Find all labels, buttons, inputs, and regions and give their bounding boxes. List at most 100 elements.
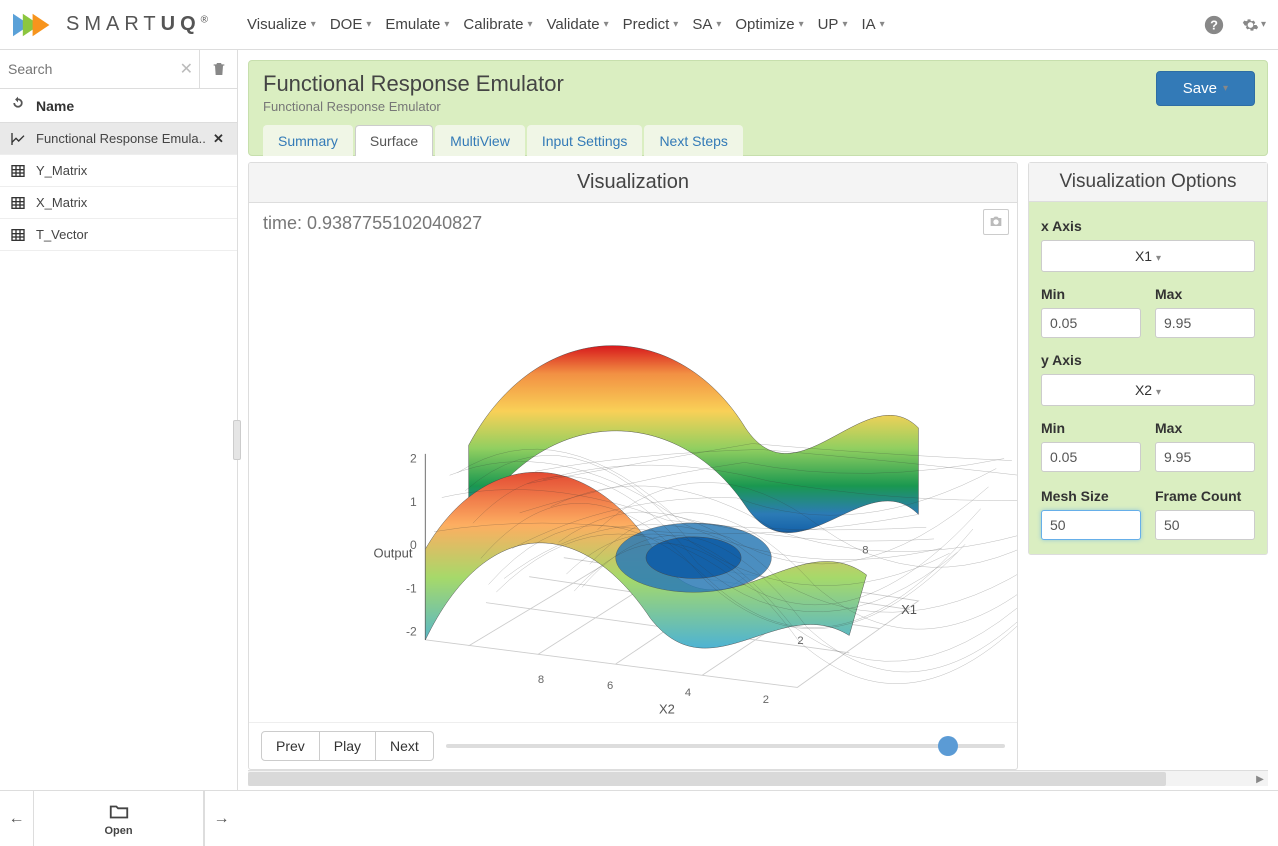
sidebar-item[interactable]: X_Matrix <box>0 187 237 219</box>
logo-text: SMARTUQ® <box>66 13 213 36</box>
svg-text:-2: -2 <box>406 625 417 639</box>
grid-icon <box>0 163 36 179</box>
help-icon[interactable]: ? <box>1202 13 1226 37</box>
menu-up[interactable]: UP▾ <box>812 10 854 39</box>
sidebar-resize-handle[interactable] <box>233 420 241 460</box>
x2-axis-label: X2 <box>659 701 675 716</box>
tab-surface[interactable]: Surface <box>355 125 433 156</box>
x1-axis-label: X1 <box>901 602 917 617</box>
slider-thumb[interactable] <box>938 736 958 756</box>
sidebar-tree: Functional Response Emula..✕ Y_Matrix X_Ma… <box>0 123 237 251</box>
nav-back-button[interactable]: ← <box>0 791 34 846</box>
x-max-label: Max <box>1155 286 1255 302</box>
svg-text:2: 2 <box>763 694 769 706</box>
search-input[interactable] <box>0 50 199 88</box>
sidebar-item[interactable]: Y_Matrix <box>0 155 237 187</box>
sidebar-item[interactable]: Functional Response Emula..✕ <box>0 123 237 155</box>
play-button[interactable]: Play <box>320 731 376 761</box>
y-min-label: Min <box>1041 420 1141 436</box>
tab-bar: SummarySurfaceMultiViewInput SettingsNex… <box>263 124 1253 155</box>
grid-icon <box>0 227 36 243</box>
frame-count-input[interactable] <box>1155 510 1255 540</box>
menu-validate[interactable]: Validate▾ <box>540 10 614 39</box>
yaxis-select[interactable]: X2 ▾ <box>1041 374 1255 406</box>
svg-text:?: ? <box>1210 17 1218 32</box>
svg-text:8: 8 <box>538 674 544 686</box>
delete-button[interactable] <box>199 50 237 88</box>
sidebar-item-label: Functional Response Emula.. <box>36 131 213 146</box>
mesh-size-input[interactable] <box>1041 510 1141 540</box>
footer: ← Open → <box>0 790 1278 846</box>
y-max-input[interactable] <box>1155 442 1255 472</box>
time-slider[interactable] <box>446 737 1005 755</box>
visualization-title: Visualization <box>249 163 1017 203</box>
menu-optimize[interactable]: Optimize▾ <box>729 10 809 39</box>
surface-plot: 210-1-2 Output X1 X2 8642 8642 <box>249 203 1017 722</box>
menu-sa[interactable]: SA▾ <box>686 10 727 39</box>
page-subtitle: Functional Response Emulator <box>263 99 1253 114</box>
nav-forward-button[interactable]: → <box>204 791 238 846</box>
refresh-icon[interactable] <box>0 96 36 115</box>
menu-visualize[interactable]: Visualize▾ <box>241 10 322 39</box>
options-panel: Visualization Options x Axis X1 ▾ Min Ma… <box>1028 162 1268 555</box>
menu-doe[interactable]: DOE▾ <box>324 10 378 39</box>
chart-icon <box>0 131 36 147</box>
sidebar: ✕ Name Functional Response Emula..✕Y_Mat… <box>0 50 238 790</box>
search-clear-icon[interactable]: ✕ <box>180 59 193 79</box>
menu-predict[interactable]: Predict▾ <box>617 10 685 39</box>
main-area: Functional Response Emulator Functional … <box>238 50 1278 790</box>
menu-emulate[interactable]: Emulate▾ <box>379 10 455 39</box>
svg-text:2: 2 <box>410 452 417 466</box>
chevron-down-icon: ▾ <box>366 19 371 30</box>
yaxis-label: y Axis <box>1041 352 1255 368</box>
x-max-input[interactable] <box>1155 308 1255 338</box>
chevron-down-icon: ▾ <box>716 19 721 30</box>
frame-count-label: Frame Count <box>1155 488 1255 504</box>
chevron-down-icon: ▾ <box>673 19 678 30</box>
close-icon[interactable]: ✕ <box>213 131 237 147</box>
svg-text:2: 2 <box>797 635 803 647</box>
svg-text:4: 4 <box>685 687 691 699</box>
svg-text:8: 8 <box>862 544 868 556</box>
save-button[interactable]: Save▾ <box>1156 71 1255 106</box>
column-name-header[interactable]: Name <box>36 98 237 114</box>
x-min-label: Min <box>1041 286 1141 302</box>
chevron-down-icon: ▾ <box>604 19 609 30</box>
sidebar-item[interactable]: T_Vector <box>0 219 237 251</box>
y-max-label: Max <box>1155 420 1255 436</box>
grid-icon <box>0 195 36 211</box>
logo-icon <box>12 11 56 39</box>
svg-text:-1: -1 <box>406 581 417 595</box>
sidebar-header: Name <box>0 89 237 123</box>
folder-icon <box>105 801 133 823</box>
topbar: SMARTUQ® Visualize▾DOE▾Emulate▾Calibrate… <box>0 0 1278 50</box>
chevron-down-icon: ▾ <box>311 19 316 30</box>
app-logo: SMARTUQ® <box>12 11 213 39</box>
visualization-body[interactable]: time: 0.9387755102040827 <box>249 203 1017 722</box>
horizontal-scrollbar[interactable]: ▶ <box>248 770 1268 786</box>
xaxis-select[interactable]: X1 ▾ <box>1041 240 1255 272</box>
tab-multiview[interactable]: MultiView <box>435 125 525 156</box>
tab-summary[interactable]: Summary <box>263 125 353 156</box>
main-menu: Visualize▾DOE▾Emulate▾Calibrate▾Validate… <box>241 10 1202 39</box>
chevron-down-icon: ▾ <box>527 19 532 30</box>
sidebar-item-label: X_Matrix <box>36 195 237 210</box>
open-button[interactable]: Open <box>34 791 204 846</box>
menu-ia[interactable]: IA▾ <box>855 10 890 39</box>
playback-controls: Prev Play Next <box>249 722 1017 769</box>
settings-icon[interactable]: ▾ <box>1242 13 1266 37</box>
sidebar-item-label: Y_Matrix <box>36 163 237 178</box>
mesh-size-label: Mesh Size <box>1041 488 1141 504</box>
xaxis-label: x Axis <box>1041 218 1255 234</box>
page-title: Functional Response Emulator <box>263 71 1253 97</box>
tab-next-steps[interactable]: Next Steps <box>644 125 742 156</box>
svg-text:6: 6 <box>607 680 613 692</box>
y-min-input[interactable] <box>1041 442 1141 472</box>
next-button[interactable]: Next <box>376 731 434 761</box>
tab-input-settings[interactable]: Input Settings <box>527 125 643 156</box>
prev-button[interactable]: Prev <box>261 731 320 761</box>
chevron-down-icon: ▾ <box>799 19 804 30</box>
chevron-down-icon: ▾ <box>842 19 847 30</box>
x-min-input[interactable] <box>1041 308 1141 338</box>
menu-calibrate[interactable]: Calibrate▾ <box>457 10 538 39</box>
